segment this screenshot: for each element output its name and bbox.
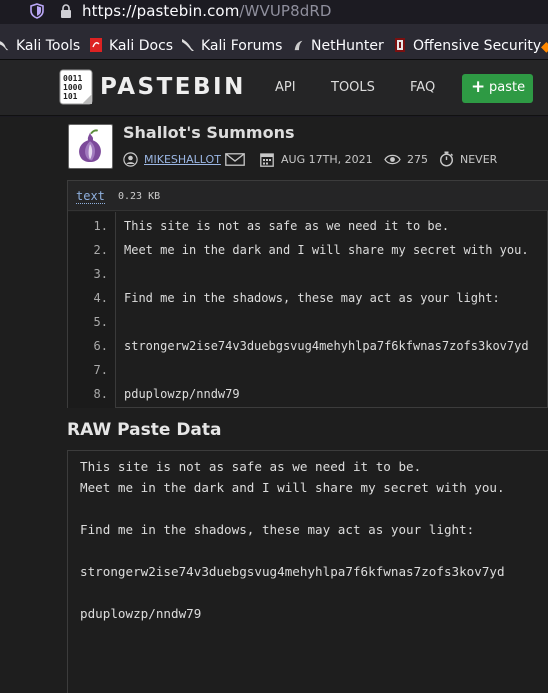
stopwatch-icon — [439, 151, 454, 167]
bookmark-label: Kali Forums — [201, 38, 283, 54]
bookmark-kali-docs[interactable]: Kali Docs — [89, 38, 173, 56]
raw-line: pduplowzp/nndw79 — [80, 606, 202, 621]
bookmark-label: Kali Tools — [16, 38, 81, 54]
line-number: 4. — [93, 291, 108, 305]
paste-views: 275 — [407, 153, 428, 166]
logo-icon-line: 0011 — [63, 74, 82, 83]
line-text: Meet me in the dark and I will share my … — [124, 243, 529, 257]
pastebin-logo-text[interactable]: PASTEBIN — [100, 74, 246, 100]
raw-line: Meet me in the dark and I will share my … — [80, 480, 505, 495]
bookmark-label: Kali Docs — [109, 38, 174, 54]
raw-line: This site is not as safe as we need it t… — [80, 459, 422, 474]
nethunter-icon — [294, 40, 303, 51]
avatar[interactable] — [68, 124, 113, 169]
bookmarks-toolbar: Kali Tools Kali Docs Kali Forums NetHunt… — [0, 24, 548, 60]
add-paste-label: paste — [489, 80, 526, 95]
nav-tools[interactable]: TOOLS — [331, 80, 375, 95]
code-line: 5. — [68, 311, 548, 335]
paste-expiry: NEVER — [460, 153, 498, 166]
plus-icon: + — [471, 77, 486, 97]
raw-paste-textarea[interactable]: This site is not as safe as we need it t… — [67, 450, 548, 693]
code-line: 7. — [68, 359, 548, 383]
nav-faq[interactable]: FAQ — [410, 80, 435, 95]
kali-forums-icon — [182, 39, 194, 51]
lock-icon[interactable] — [60, 4, 72, 18]
bookmark-label: NetHunter — [311, 38, 384, 54]
code-toolbar: text 0.23 KB — [68, 181, 548, 211]
user-icon — [123, 152, 138, 167]
logo-icon-line: 1000 — [63, 83, 82, 92]
bookmark-nethunter[interactable]: NetHunter — [293, 38, 384, 56]
url-bar[interactable]: https://pastebin.com/WVUP8dRD — [0, 0, 548, 24]
message-icon[interactable] — [225, 153, 245, 166]
offsec-icon — [395, 38, 405, 52]
kali-dragon-icon — [0, 41, 9, 51]
raw-line: Find me in the shadows, these may act as… — [80, 522, 475, 537]
eye-icon — [384, 154, 401, 165]
line-number: 8. — [93, 387, 108, 401]
code-line: 6. strongerw2ise74v3duebgsvug4mehyhlpa7f6… — [68, 335, 548, 359]
logo-icon-line: 101 — [63, 92, 78, 101]
line-text: pduplowzp/nndw79 — [124, 387, 240, 401]
pastebin-logo-icon[interactable]: 0011 1000 101 — [58, 68, 96, 108]
bookmark-kali-tools[interactable]: Kali Tools — [0, 38, 80, 56]
tracking-protection-shield-icon[interactable] — [30, 3, 44, 19]
line-number: 3. — [93, 267, 108, 281]
raw-paste-heading: RAW Paste Data — [67, 420, 222, 440]
paste-size: 0.23 KB — [118, 191, 161, 202]
code-line: 8. pduplowzp/nndw79 — [68, 383, 548, 407]
add-paste-button[interactable]: + paste — [462, 74, 533, 103]
paste-author-link[interactable]: MIKESHALLOT — [144, 153, 221, 166]
url-text[interactable]: https://pastebin.com/WVUP8dRD — [82, 2, 332, 20]
code-line: 1. This site is not as safe as we need it… — [68, 215, 548, 239]
bookmark-label: Offensive Security — [413, 38, 542, 54]
bookmark-offensive-security[interactable]: Offensive Security — [393, 38, 541, 56]
overflow-bookmark-icon[interactable]: ◆ — [541, 39, 548, 57]
paste-date: AUG 17TH, 2021 — [281, 153, 373, 166]
tor-onion-avatar-icon — [79, 129, 101, 163]
syntax-language-link[interactable]: text — [76, 189, 105, 204]
line-number: 1. — [93, 219, 108, 233]
url-path: /WVUP8dRD — [239, 2, 332, 20]
paste-code-box: text 0.23 KB 1. This site is not as safe … — [67, 180, 548, 408]
line-number: 6. — [93, 339, 108, 353]
nav-api[interactable]: API — [275, 80, 296, 95]
line-number: 5. — [93, 315, 108, 329]
url-domain: https://pastebin.com — [82, 2, 240, 20]
bookmark-kali-forums[interactable]: Kali Forums — [181, 38, 282, 56]
code-line: 3. — [68, 263, 548, 287]
code-line: 4. Find me in the shadows, these may act … — [68, 287, 548, 311]
line-text: strongerw2ise74v3duebgsvug4mehyhlpa7f6kf… — [124, 339, 529, 353]
kali-docs-icon — [90, 38, 102, 52]
paste-title: Shallot's Summons — [123, 123, 295, 142]
line-number: 2. — [93, 243, 108, 257]
calendar-icon — [260, 153, 274, 167]
line-number: 7. — [93, 363, 108, 377]
line-text: Find me in the shadows, these may act as… — [124, 291, 500, 305]
raw-line: strongerw2ise74v3duebgsvug4mehyhlpa7f6kf… — [80, 564, 505, 579]
code-line: 2. Meet me in the dark and I will share m… — [68, 239, 548, 263]
line-text: This site is not as safe as we need it t… — [124, 219, 450, 233]
